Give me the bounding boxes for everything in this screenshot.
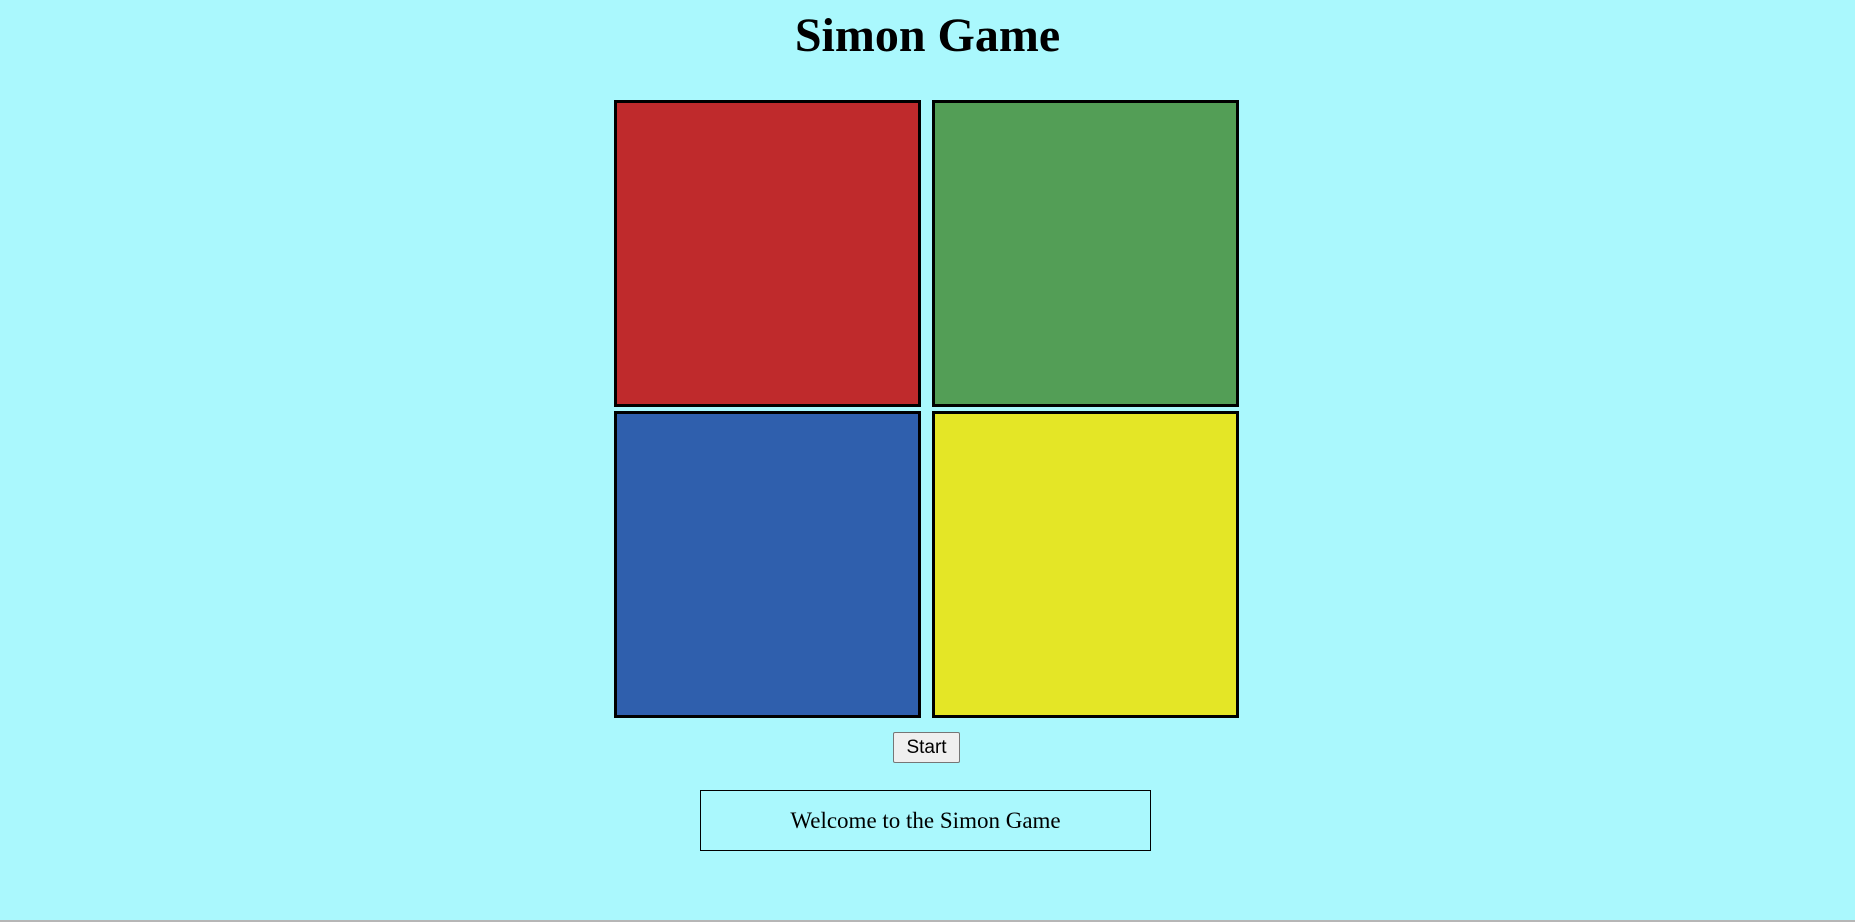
game-board (614, 100, 1240, 718)
red-pad[interactable] (614, 100, 921, 407)
status-message-box: Welcome to the Simon Game (700, 790, 1151, 851)
start-button[interactable]: Start (893, 732, 960, 763)
yellow-pad[interactable] (932, 411, 1239, 718)
status-message: Welcome to the Simon Game (790, 807, 1061, 833)
green-pad[interactable] (932, 100, 1239, 407)
blue-pad[interactable] (614, 411, 921, 718)
page-title: Simon Game (794, 9, 1061, 62)
